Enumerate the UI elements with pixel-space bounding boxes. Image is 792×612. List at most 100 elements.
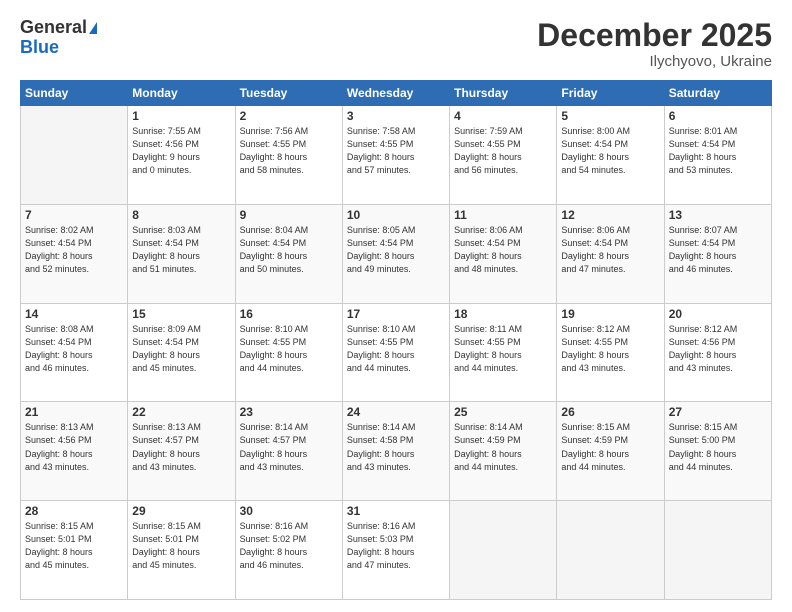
day-number: 1 (132, 109, 230, 123)
calendar-week-row: 7Sunrise: 8:02 AM Sunset: 4:54 PM Daylig… (21, 204, 772, 303)
day-number: 25 (454, 405, 552, 419)
calendar-header-wednesday: Wednesday (342, 81, 449, 106)
calendar-header-sunday: Sunday (21, 81, 128, 106)
calendar-cell: 16Sunrise: 8:10 AM Sunset: 4:55 PM Dayli… (235, 303, 342, 402)
month-title: December 2025 (537, 18, 772, 53)
calendar-header-tuesday: Tuesday (235, 81, 342, 106)
day-number: 18 (454, 307, 552, 321)
day-info: Sunrise: 8:13 AM Sunset: 4:56 PM Dayligh… (25, 421, 123, 473)
calendar-cell (557, 501, 664, 600)
day-info: Sunrise: 8:14 AM Sunset: 4:59 PM Dayligh… (454, 421, 552, 473)
calendar-cell: 17Sunrise: 8:10 AM Sunset: 4:55 PM Dayli… (342, 303, 449, 402)
day-info: Sunrise: 8:03 AM Sunset: 4:54 PM Dayligh… (132, 224, 230, 276)
logo: General Blue (20, 18, 97, 58)
day-number: 10 (347, 208, 445, 222)
day-info: Sunrise: 8:12 AM Sunset: 4:55 PM Dayligh… (561, 323, 659, 375)
calendar-cell: 19 Sunrise: 8:12 AM Sunset: 4:55 PM Dayli… (557, 303, 664, 402)
day-number: 30 (240, 504, 338, 518)
day-number: 6 (669, 109, 767, 123)
calendar-cell: 14 Sunrise: 8:08 AM Sunset: 4:54 PM Dayli… (21, 303, 128, 402)
calendar-cell: 7Sunrise: 8:02 AM Sunset: 4:54 PM Daylig… (21, 204, 128, 303)
day-info: Sunrise: 8:13 AM Sunset: 4:57 PM Dayligh… (132, 421, 230, 473)
day-info: Sunrise: 8:15 AM Sunset: 4:59 PM Dayligh… (561, 421, 659, 473)
calendar-cell: 12 Sunrise: 8:06 AM Sunset: 4:54 PM Dayli… (557, 204, 664, 303)
calendar-week-row: 1 Sunrise: 7:55 AM Sunset: 4:56 PM Daylig… (21, 106, 772, 205)
day-info: Sunrise: 8:08 AM Sunset: 4:54 PM Dayligh… (25, 323, 123, 375)
calendar-cell: 1 Sunrise: 7:55 AM Sunset: 4:56 PM Daylig… (128, 106, 235, 205)
day-info: Sunrise: 8:11 AM Sunset: 4:55 PM Dayligh… (454, 323, 552, 375)
calendar-cell: 6 Sunrise: 8:01 AM Sunset: 4:54 PM Daylig… (664, 106, 771, 205)
day-info: Sunrise: 8:10 AM Sunset: 4:55 PM Dayligh… (240, 323, 338, 375)
day-number: 15 (132, 307, 230, 321)
calendar-cell (21, 106, 128, 205)
calendar-cell: 29 Sunrise: 8:15 AM Sunset: 5:01 PM Dayli… (128, 501, 235, 600)
day-number: 14 (25, 307, 123, 321)
calendar-cell: 3 Sunrise: 7:58 AM Sunset: 4:55 PM Daylig… (342, 106, 449, 205)
day-info: Sunrise: 8:14 AM Sunset: 4:58 PM Dayligh… (347, 421, 445, 473)
calendar-cell: 20Sunrise: 8:12 AM Sunset: 4:56 PM Dayli… (664, 303, 771, 402)
calendar-cell: 4Sunrise: 7:59 AM Sunset: 4:55 PM Daylig… (450, 106, 557, 205)
day-number: 29 (132, 504, 230, 518)
day-number: 22 (132, 405, 230, 419)
day-info: Sunrise: 8:15 AM Sunset: 5:01 PM Dayligh… (132, 520, 230, 572)
day-number: 26 (561, 405, 659, 419)
day-info: Sunrise: 8:10 AM Sunset: 4:55 PM Dayligh… (347, 323, 445, 375)
day-number: 8 (132, 208, 230, 222)
day-info: Sunrise: 8:09 AM Sunset: 4:54 PM Dayligh… (132, 323, 230, 375)
day-number: 11 (454, 208, 552, 222)
day-number: 21 (25, 405, 123, 419)
day-info: Sunrise: 7:56 AM Sunset: 4:55 PM Dayligh… (240, 125, 338, 177)
calendar-cell: 10 Sunrise: 8:05 AM Sunset: 4:54 PM Dayli… (342, 204, 449, 303)
day-number: 13 (669, 208, 767, 222)
calendar-cell: 5Sunrise: 8:00 AM Sunset: 4:54 PM Daylig… (557, 106, 664, 205)
day-number: 12 (561, 208, 659, 222)
calendar-week-row: 21 Sunrise: 8:13 AM Sunset: 4:56 PM Dayli… (21, 402, 772, 501)
day-number: 3 (347, 109, 445, 123)
calendar-table: SundayMondayTuesdayWednesdayThursdayFrid… (20, 80, 772, 600)
day-number: 23 (240, 405, 338, 419)
logo-triangle-icon (89, 22, 97, 34)
calendar-header-monday: Monday (128, 81, 235, 106)
day-info: Sunrise: 8:15 AM Sunset: 5:01 PM Dayligh… (25, 520, 123, 572)
calendar-header-saturday: Saturday (664, 81, 771, 106)
logo-general: General (20, 17, 87, 37)
logo-text: General (20, 18, 97, 38)
location-title: Ilychyovo, Ukraine (537, 53, 772, 70)
day-info: Sunrise: 8:06 AM Sunset: 4:54 PM Dayligh… (561, 224, 659, 276)
day-number: 28 (25, 504, 123, 518)
calendar-cell: 11 Sunrise: 8:06 AM Sunset: 4:54 PM Dayli… (450, 204, 557, 303)
title-block: December 2025 Ilychyovo, Ukraine (537, 18, 772, 70)
calendar-cell: 22 Sunrise: 8:13 AM Sunset: 4:57 PM Dayli… (128, 402, 235, 501)
day-number: 20 (669, 307, 767, 321)
day-info: Sunrise: 8:01 AM Sunset: 4:54 PM Dayligh… (669, 125, 767, 177)
day-info: Sunrise: 8:05 AM Sunset: 4:54 PM Dayligh… (347, 224, 445, 276)
page: General Blue December 2025 Ilychyovo, Uk… (0, 0, 792, 612)
day-info: Sunrise: 8:16 AM Sunset: 5:03 PM Dayligh… (347, 520, 445, 572)
day-number: 27 (669, 405, 767, 419)
calendar-header-friday: Friday (557, 81, 664, 106)
calendar-cell: 21 Sunrise: 8:13 AM Sunset: 4:56 PM Dayli… (21, 402, 128, 501)
calendar-cell: 27Sunrise: 8:15 AM Sunset: 5:00 PM Dayli… (664, 402, 771, 501)
day-info: Sunrise: 8:07 AM Sunset: 4:54 PM Dayligh… (669, 224, 767, 276)
day-info: Sunrise: 7:58 AM Sunset: 4:55 PM Dayligh… (347, 125, 445, 177)
calendar-cell: 23 Sunrise: 8:14 AM Sunset: 4:57 PM Dayli… (235, 402, 342, 501)
calendar-cell: 26 Sunrise: 8:15 AM Sunset: 4:59 PM Dayli… (557, 402, 664, 501)
logo-blue: Blue (20, 38, 97, 58)
day-info: Sunrise: 8:14 AM Sunset: 4:57 PM Dayligh… (240, 421, 338, 473)
calendar-cell: 2Sunrise: 7:56 AM Sunset: 4:55 PM Daylig… (235, 106, 342, 205)
day-number: 7 (25, 208, 123, 222)
calendar-cell: 8 Sunrise: 8:03 AM Sunset: 4:54 PM Daylig… (128, 204, 235, 303)
calendar-cell (450, 501, 557, 600)
header: General Blue December 2025 Ilychyovo, Uk… (20, 18, 772, 70)
calendar-cell: 9Sunrise: 8:04 AM Sunset: 4:54 PM Daylig… (235, 204, 342, 303)
calendar-cell: 25 Sunrise: 8:14 AM Sunset: 4:59 PM Dayli… (450, 402, 557, 501)
calendar-cell: 30Sunrise: 8:16 AM Sunset: 5:02 PM Dayli… (235, 501, 342, 600)
day-info: Sunrise: 7:55 AM Sunset: 4:56 PM Dayligh… (132, 125, 230, 177)
day-number: 5 (561, 109, 659, 123)
calendar-cell (664, 501, 771, 600)
day-number: 19 (561, 307, 659, 321)
day-info: Sunrise: 8:04 AM Sunset: 4:54 PM Dayligh… (240, 224, 338, 276)
calendar-week-row: 14 Sunrise: 8:08 AM Sunset: 4:54 PM Dayli… (21, 303, 772, 402)
day-info: Sunrise: 8:06 AM Sunset: 4:54 PM Dayligh… (454, 224, 552, 276)
calendar-header-row: SundayMondayTuesdayWednesdayThursdayFrid… (21, 81, 772, 106)
